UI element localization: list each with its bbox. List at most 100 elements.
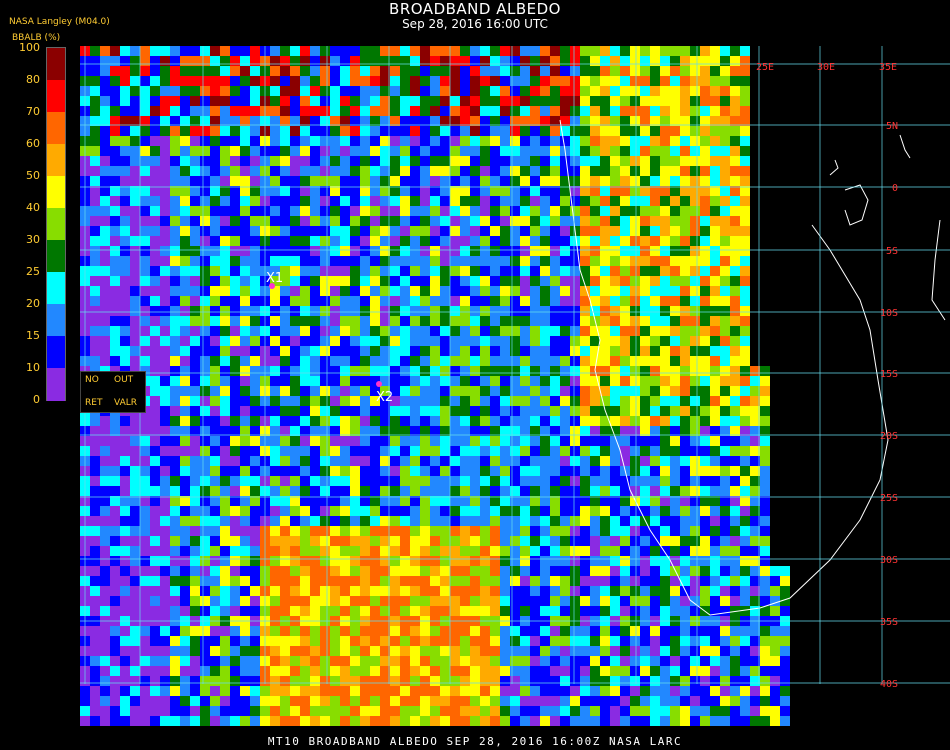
albedo-cell	[110, 596, 120, 606]
albedo-cell	[330, 406, 340, 416]
albedo-cell	[360, 456, 370, 466]
albedo-cell	[510, 666, 520, 676]
albedo-cell	[620, 646, 630, 656]
albedo-cell	[90, 326, 100, 336]
albedo-cell	[360, 536, 370, 546]
albedo-cell	[650, 366, 660, 376]
albedo-cell	[450, 316, 460, 326]
albedo-cell	[480, 536, 490, 546]
albedo-cell	[340, 566, 350, 576]
albedo-cell	[450, 436, 460, 446]
albedo-cell	[140, 626, 150, 636]
albedo-cell	[470, 136, 480, 146]
albedo-cell	[310, 636, 320, 646]
albedo-cell	[350, 146, 360, 156]
albedo-cell	[620, 226, 630, 236]
albedo-cell	[540, 466, 550, 476]
albedo-cell	[520, 186, 530, 196]
albedo-cell	[330, 286, 340, 296]
albedo-cell	[410, 656, 420, 666]
albedo-cell	[280, 46, 290, 56]
albedo-cell	[180, 426, 190, 436]
albedo-cell	[200, 216, 210, 226]
albedo-cell	[170, 506, 180, 516]
albedo-cell	[410, 516, 420, 526]
albedo-cell	[570, 706, 580, 716]
albedo-cell	[570, 346, 580, 356]
albedo-cell	[240, 306, 250, 316]
albedo-cell	[470, 226, 480, 236]
albedo-cell	[230, 496, 240, 506]
albedo-cell	[740, 206, 750, 216]
albedo-cell	[440, 716, 450, 726]
albedo-cell	[420, 356, 430, 366]
albedo-cell	[160, 396, 170, 406]
albedo-cell	[690, 296, 700, 306]
albedo-cell	[510, 76, 520, 86]
albedo-cell	[300, 646, 310, 656]
albedo-cell	[580, 666, 590, 676]
albedo-cell	[470, 396, 480, 406]
albedo-cell	[120, 186, 130, 196]
albedo-cell	[340, 276, 350, 286]
albedo-cell	[130, 316, 140, 326]
albedo-cell	[120, 686, 130, 696]
albedo-cell	[150, 496, 160, 506]
albedo-cell	[760, 546, 770, 556]
albedo-cell	[410, 326, 420, 336]
albedo-cell	[270, 206, 280, 216]
albedo-cell	[230, 566, 240, 576]
albedo-cell	[440, 336, 450, 346]
albedo-cell	[490, 206, 500, 216]
albedo-cell	[170, 646, 180, 656]
albedo-cell	[730, 136, 740, 146]
albedo-cell	[190, 66, 200, 76]
albedo-cell	[560, 666, 570, 676]
albedo-cell	[530, 216, 540, 226]
albedo-cell	[320, 236, 330, 246]
albedo-cell	[610, 326, 620, 336]
albedo-cell	[610, 466, 620, 476]
albedo-cell	[740, 516, 750, 526]
albedo-cell	[180, 636, 190, 646]
albedo-cell	[730, 116, 740, 126]
albedo-cell	[450, 176, 460, 186]
albedo-cell	[170, 356, 180, 366]
albedo-cell	[740, 86, 750, 96]
albedo-cell	[550, 146, 560, 156]
albedo-cell	[380, 706, 390, 716]
albedo-cell	[170, 446, 180, 456]
albedo-cell	[310, 536, 320, 546]
albedo-cell	[550, 436, 560, 446]
albedo-cell	[620, 486, 630, 496]
albedo-cell	[740, 566, 750, 576]
albedo-cell	[440, 276, 450, 286]
albedo-cell	[440, 506, 450, 516]
albedo-cell	[250, 556, 260, 566]
albedo-cell	[530, 626, 540, 636]
albedo-cell	[310, 176, 320, 186]
albedo-cell	[380, 496, 390, 506]
albedo-cell	[210, 656, 220, 666]
albedo-cell	[290, 446, 300, 456]
albedo-cell	[160, 416, 170, 426]
albedo-cell	[430, 706, 440, 716]
albedo-cell	[330, 446, 340, 456]
albedo-cell	[320, 56, 330, 66]
albedo-cell	[180, 456, 190, 466]
albedo-cell	[570, 366, 580, 376]
albedo-cell	[440, 186, 450, 196]
albedo-cell	[650, 76, 660, 86]
albedo-cell	[670, 226, 680, 236]
albedo-cell	[250, 366, 260, 376]
albedo-cell	[320, 376, 330, 386]
albedo-cell	[680, 226, 690, 236]
albedo-cell	[210, 406, 220, 416]
albedo-cell	[130, 296, 140, 306]
albedo-cell	[380, 136, 390, 146]
albedo-cell	[560, 566, 570, 576]
albedo-cell	[720, 636, 730, 646]
albedo-cell	[540, 296, 550, 306]
albedo-cell	[430, 56, 440, 66]
albedo-cell	[760, 366, 770, 376]
